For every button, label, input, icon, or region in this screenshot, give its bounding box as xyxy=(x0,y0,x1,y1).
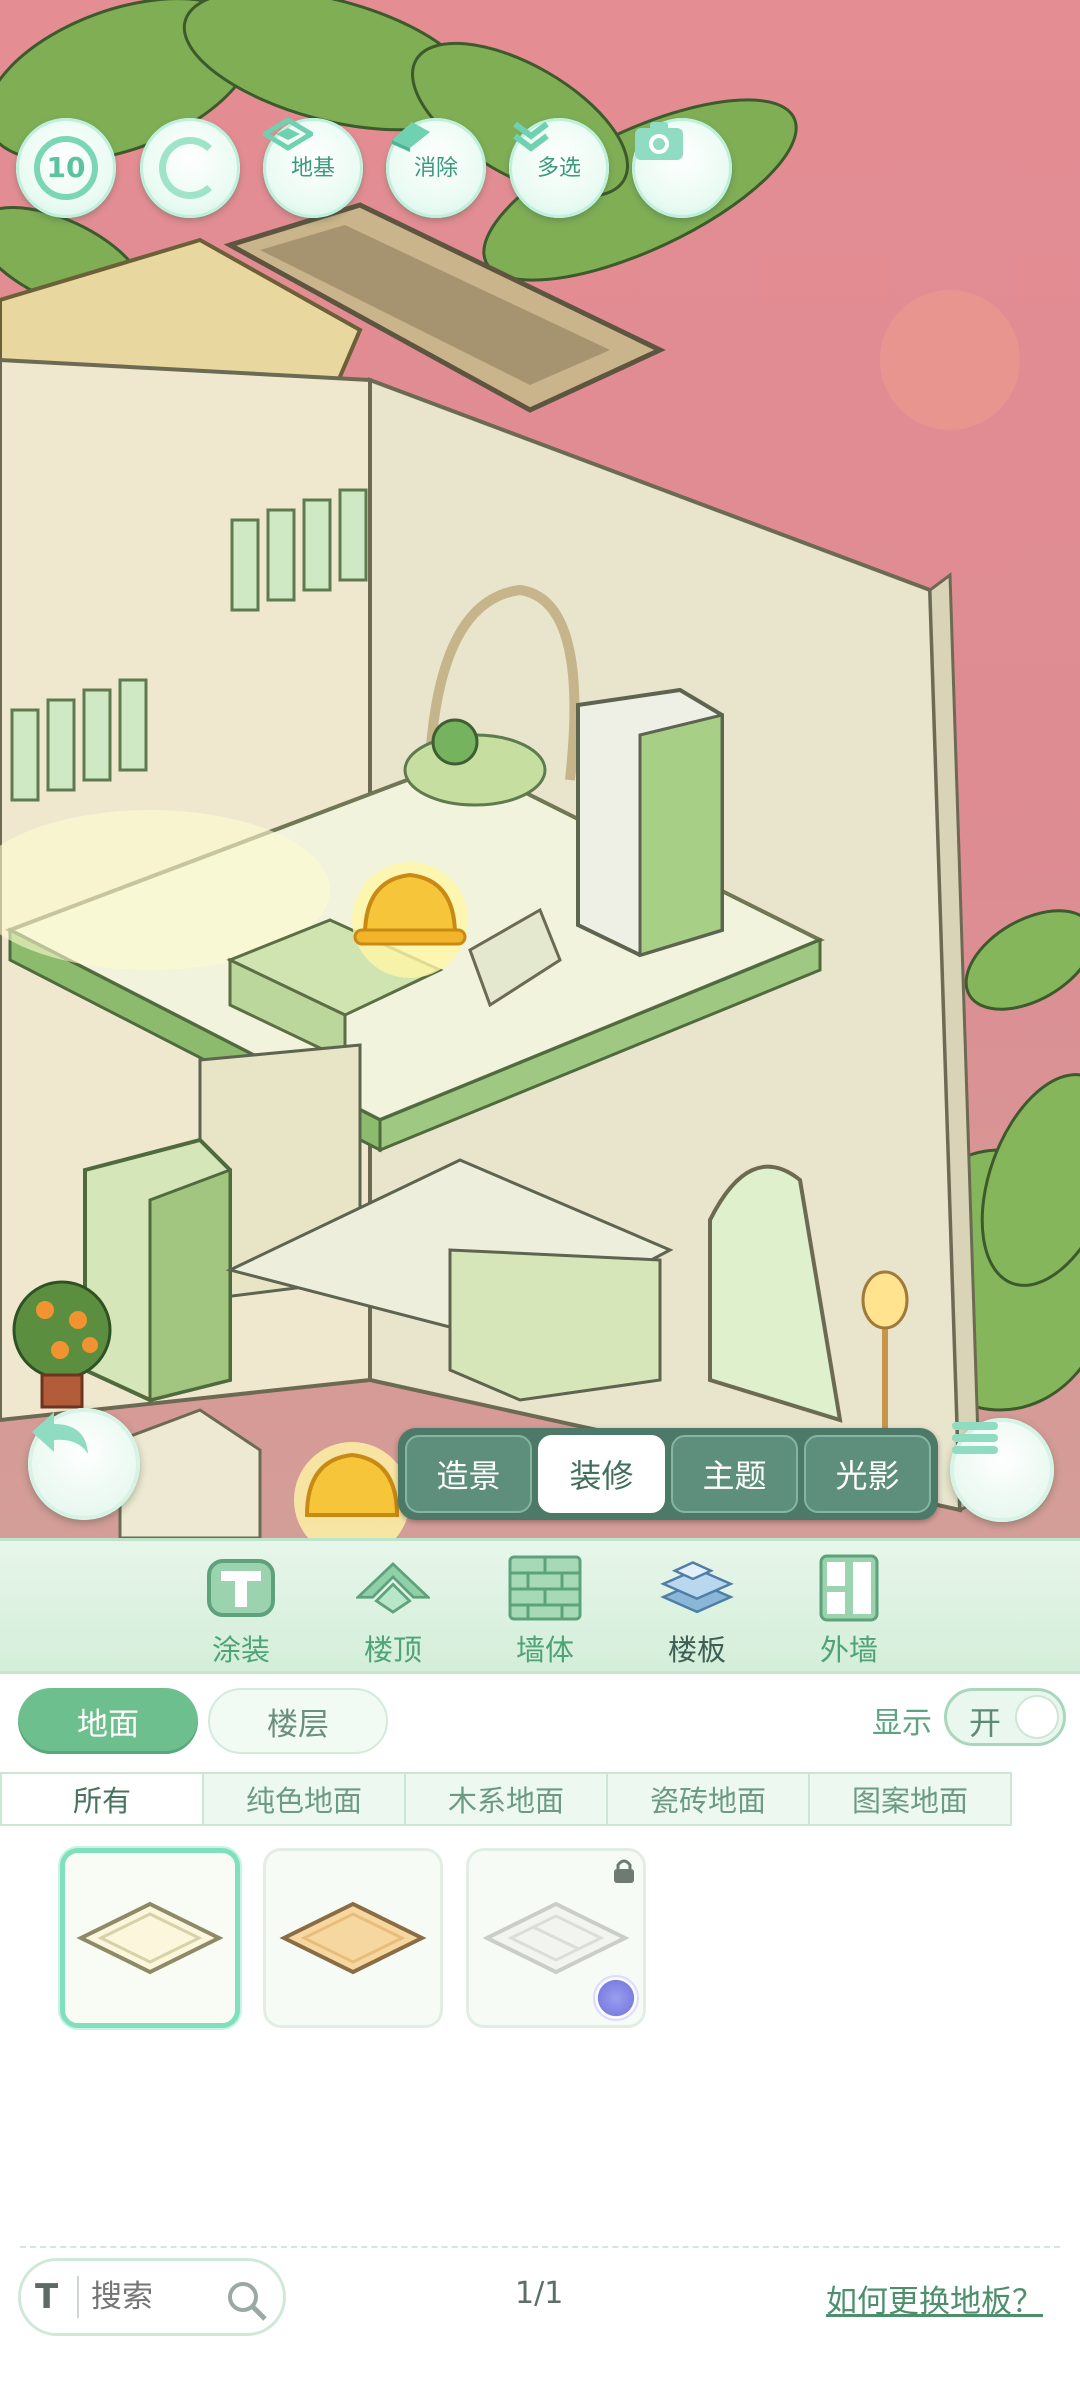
premium-currency-icon xyxy=(593,1975,639,2021)
category-exterior-label: 外墙 xyxy=(819,1633,878,1667)
category-floor[interactable]: 楼板 xyxy=(635,1541,759,1671)
multiselect-button[interactable]: 多选 xyxy=(509,118,609,218)
lock-icon xyxy=(614,1859,634,1883)
multiselect-check-icon xyxy=(513,121,549,152)
brick-wall-icon xyxy=(508,1553,582,1623)
cream-floor-tile-icon xyxy=(76,1901,224,1975)
menu-button[interactable] xyxy=(950,1418,1054,1522)
undo-button[interactable]: 10 xyxy=(16,118,116,218)
search-icon[interactable] xyxy=(225,2279,269,2323)
redo-icon xyxy=(159,137,221,199)
erase-label: 消除 xyxy=(413,156,458,181)
construction-marker-icon-2 xyxy=(294,1442,410,1538)
search-input[interactable] xyxy=(91,2279,221,2315)
camera-icon xyxy=(635,122,683,160)
undo-counter-icon: 10 xyxy=(34,136,98,200)
game-scene[interactable]: 10 地基 消除 多选 造景 装修 主题 光影 xyxy=(0,0,1080,1538)
category-exterior[interactable]: 外墙 xyxy=(787,1541,911,1671)
subtab-solid-color[interactable]: 纯色地面 xyxy=(204,1774,406,1824)
tab-landscape[interactable]: 造景 xyxy=(405,1435,532,1513)
floor-filter-pill[interactable]: 地面 xyxy=(18,1688,198,1754)
search-box[interactable]: T xyxy=(18,2258,286,2336)
category-wall[interactable]: 墙体 xyxy=(483,1541,607,1671)
foundation-button[interactable]: 地基 xyxy=(263,118,363,218)
level-filter-pill[interactable]: 楼层 xyxy=(208,1688,388,1754)
category-roof[interactable]: 楼顶 xyxy=(331,1541,455,1671)
back-button[interactable] xyxy=(28,1408,140,1520)
category-paint[interactable]: 涂装 xyxy=(179,1541,303,1671)
eraser-icon xyxy=(392,122,430,152)
foundation-icon xyxy=(263,118,313,151)
category-paint-label: 涂装 xyxy=(211,1633,270,1667)
screenshot-button[interactable] xyxy=(632,118,732,218)
display-label: 显示 xyxy=(872,1706,932,1741)
patterned-floor-tile-icon xyxy=(482,1901,630,1975)
foundation-label: 地基 xyxy=(290,156,335,181)
item-cream-floor[interactable] xyxy=(60,1848,240,2028)
subtab-wood[interactable]: 木系地面 xyxy=(406,1774,608,1824)
floor-tiles-icon xyxy=(660,1553,734,1623)
category-roof-label: 楼顶 xyxy=(363,1633,422,1667)
undo-count: 10 xyxy=(46,151,86,184)
tab-decoration[interactable]: 装修 xyxy=(538,1435,665,1513)
category-wall-label: 墙体 xyxy=(515,1633,574,1667)
peach-floor-tile-icon xyxy=(279,1901,427,1975)
item-peach-floor[interactable] xyxy=(263,1848,443,2028)
redo-button[interactable] xyxy=(140,118,240,218)
floor-type-tabs: 所有 纯色地面 木系地面 瓷砖地面 图案地面 xyxy=(0,1772,1012,1826)
display-toggle-text: 开 xyxy=(969,1704,1002,1742)
tab-theme[interactable]: 主题 xyxy=(671,1435,798,1513)
construction-marker-icon xyxy=(352,862,468,978)
window-wall-icon xyxy=(812,1553,886,1623)
paint-bucket-icon xyxy=(204,1553,278,1623)
subtab-all[interactable]: 所有 xyxy=(2,1774,204,1824)
house-illustration xyxy=(0,0,1080,1538)
back-arrow-icon xyxy=(32,1412,88,1454)
pagination: 1/1 xyxy=(515,2276,564,2311)
mode-tabs: 造景 装修 主题 光影 xyxy=(398,1428,938,1520)
display-toggle[interactable]: 开 xyxy=(944,1688,1066,1746)
tab-lighting[interactable]: 光影 xyxy=(804,1435,931,1513)
multiselect-label: 多选 xyxy=(536,156,581,181)
roof-icon xyxy=(356,1553,430,1623)
hamburger-menu-icon xyxy=(952,1422,998,1454)
subtab-pattern[interactable]: 图案地面 xyxy=(810,1774,1010,1824)
erase-button[interactable]: 消除 xyxy=(386,118,486,218)
divider xyxy=(20,2246,1060,2248)
text-search-icon: T xyxy=(35,2276,79,2318)
help-link[interactable]: 如何更换地板？ xyxy=(826,2276,1043,2321)
item-patterned-floor[interactable] xyxy=(466,1848,646,2028)
category-bar: 涂装 楼顶 墙体 楼板 外墙 xyxy=(0,1538,1080,1674)
toggle-knob xyxy=(1015,1695,1059,1739)
subtab-tile[interactable]: 瓷砖地面 xyxy=(608,1774,810,1824)
category-floor-label: 楼板 xyxy=(667,1633,726,1667)
